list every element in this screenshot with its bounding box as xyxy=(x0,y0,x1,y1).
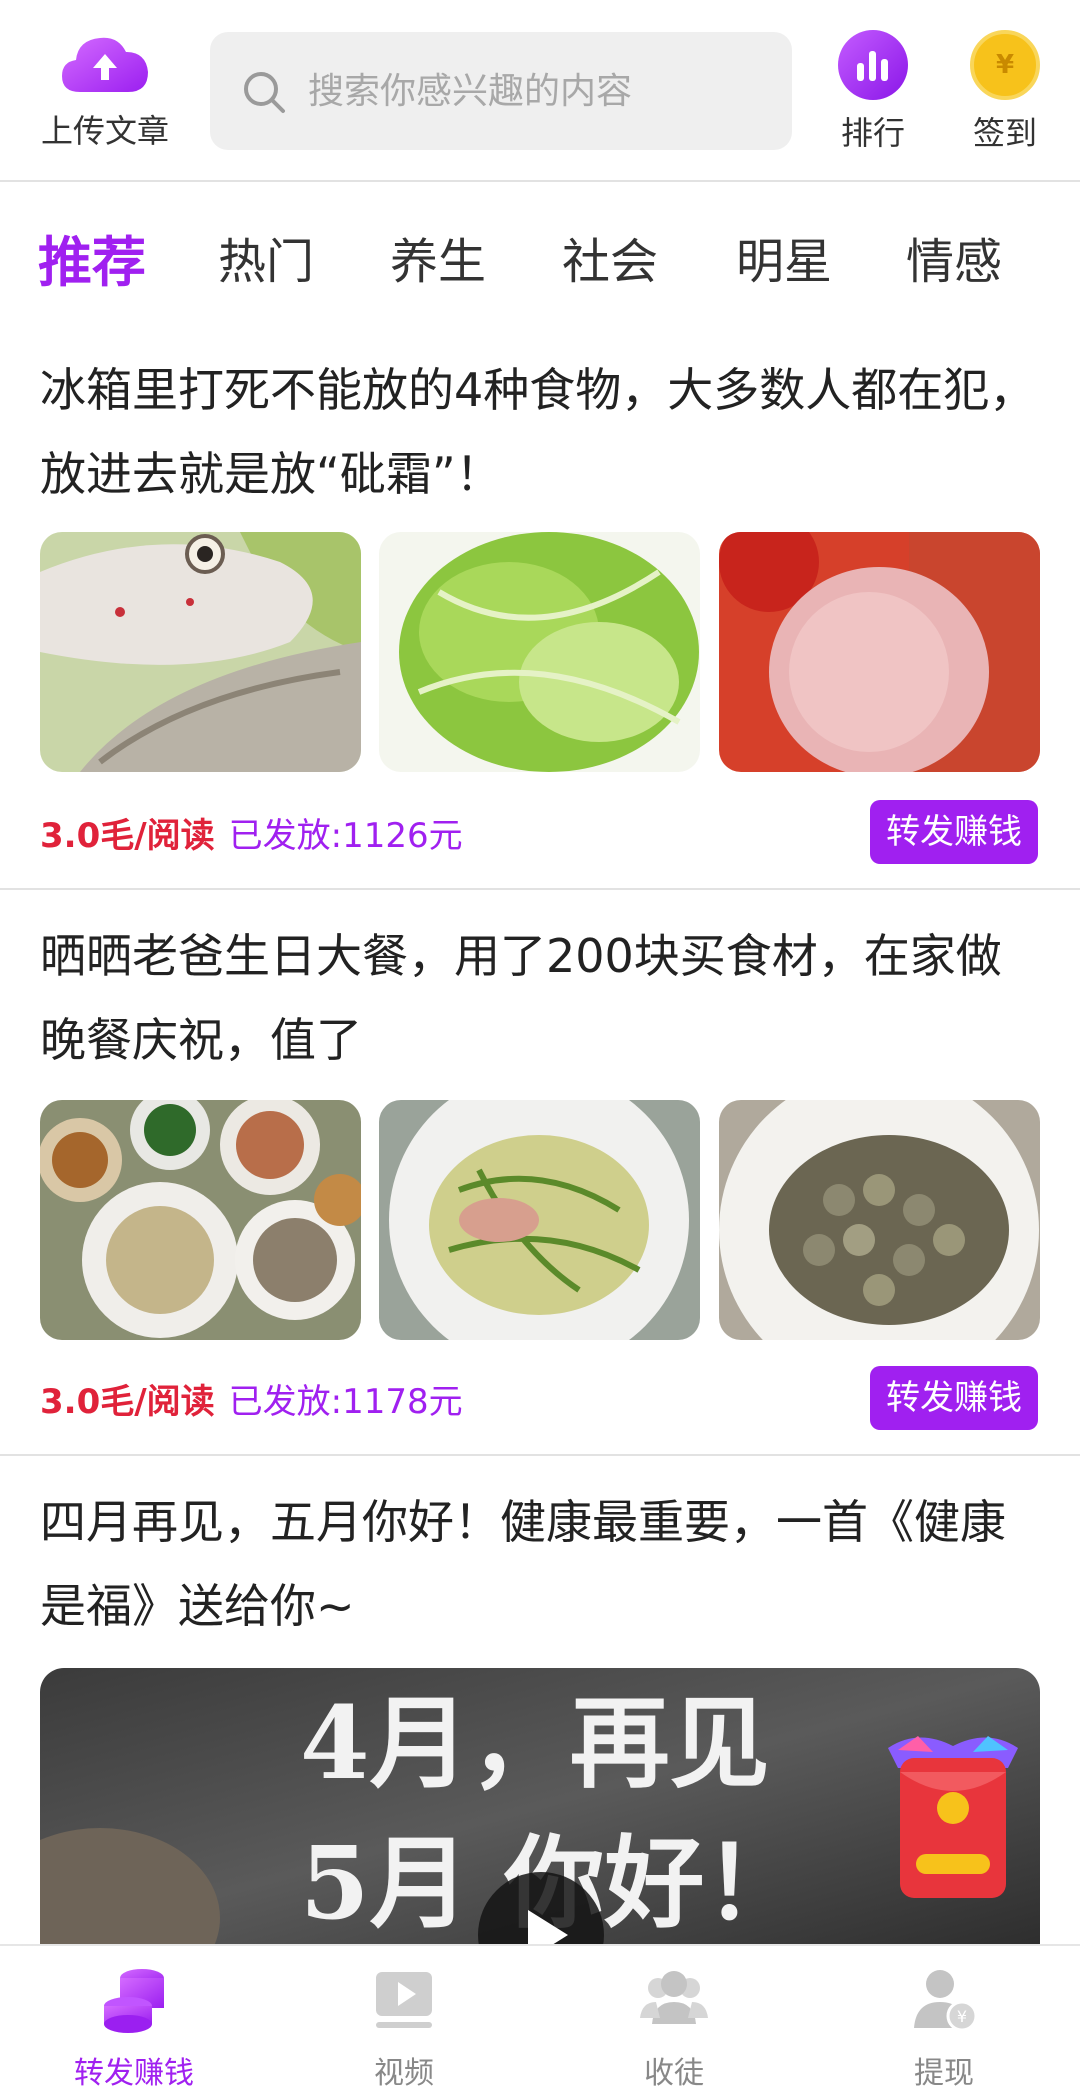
share-earn-button[interactable]: 转发赚钱 xyxy=(870,800,1038,864)
share-earn-button[interactable]: 转发赚钱 xyxy=(870,1366,1038,1430)
tab-society[interactable]: 社会 xyxy=(562,222,658,292)
article-card[interactable]: 冰箱里打死不能放的4种食物，大多数人都在犯，放进去就是放“砒霜”！ 3.0毛/阅… xyxy=(0,324,1080,890)
nav-video[interactable]: 视频 xyxy=(304,1966,504,2092)
article-title[interactable]: 四月再见，五月你好！健康最重要，一首《健康是福》送给你~ xyxy=(40,1480,1040,1648)
people-icon xyxy=(640,1971,708,2024)
nav-apprentice[interactable]: 收徒 xyxy=(574,1966,774,2092)
search-input[interactable] xyxy=(308,60,768,122)
article-stats: 3.0毛/阅读 已发放:1178元 xyxy=(40,1374,463,1423)
read-rate: 3.0毛/阅读 xyxy=(40,1382,215,1422)
withdraw-icon: ¥ xyxy=(914,1970,978,2032)
article-thumbnails xyxy=(40,532,1040,772)
cloud-upload-icon xyxy=(62,37,148,92)
tab-celebrity[interactable]: 明星 xyxy=(736,222,832,292)
article-title[interactable]: 冰箱里打死不能放的4种食物，大多数人都在犯，放进去就是放“砒霜”！ xyxy=(40,348,1040,516)
signin-label: 签到 xyxy=(972,114,1037,152)
dinner-table-image xyxy=(40,1100,361,1340)
tab-emotion[interactable]: 情感 xyxy=(906,222,1002,292)
search-bar[interactable] xyxy=(210,32,792,150)
ranking-label: 排行 xyxy=(840,114,905,152)
tab-hot[interactable]: 热门 xyxy=(218,222,314,292)
top-header: 上传文章 排行 ¥ 签到 xyxy=(0,0,1080,182)
nav-label: 收徒 xyxy=(644,2056,704,2091)
article-card[interactable]: 晒晒老爸生日大餐，用了200块买食材，在家做晚餐庆祝，值了 3.0毛/阅读 已发… xyxy=(0,890,1080,1456)
signin-button[interactable]: ¥ 签到 xyxy=(950,30,1060,154)
read-rate: 3.0毛/阅读 xyxy=(40,816,215,856)
snails-bowl-image xyxy=(719,1100,1040,1340)
category-tabs: 推荐 热门 养生 社会 明星 情感 xyxy=(0,184,1080,324)
article-stats: 3.0毛/阅读 已发放:1126元 xyxy=(40,808,463,857)
article-thumbnails xyxy=(40,1100,1040,1340)
tab-health[interactable]: 养生 xyxy=(390,222,486,292)
yen-coin-icon: ¥ xyxy=(970,30,1040,100)
tab-recommend[interactable]: 推荐 xyxy=(38,218,146,297)
nav-label: 提现 xyxy=(914,2056,974,2091)
stir-fry-dish-image xyxy=(379,1100,700,1340)
nav-withdraw[interactable]: ¥ 提现 xyxy=(844,1966,1044,2092)
bottom-navigation: 转发赚钱 视频 收徒 ¥ 提现 xyxy=(0,1944,1080,2093)
article-title[interactable]: 晒晒老爸生日大餐，用了200块买食材，在家做晚餐庆祝，值了 xyxy=(40,914,1040,1082)
lettuce-image xyxy=(379,532,700,772)
search-icon xyxy=(244,72,285,113)
ham-sausage-image xyxy=(719,532,1040,772)
upload-article-button[interactable]: 上传文章 xyxy=(30,30,180,152)
upload-article-label: 上传文章 xyxy=(40,112,169,150)
nav-share-earn[interactable]: 转发赚钱 xyxy=(34,1966,234,2092)
coins-icon xyxy=(104,1969,164,2033)
svg-text:¥: ¥ xyxy=(957,2007,967,2026)
nav-label: 视频 xyxy=(374,2056,434,2091)
red-envelope-icon xyxy=(888,1736,1018,1898)
paid-amount: 已发放:1126元 xyxy=(228,816,463,856)
fish-image xyxy=(40,532,361,772)
paid-amount: 已发放:1178元 xyxy=(228,1382,463,1422)
red-envelope-float[interactable] xyxy=(878,1728,1028,1908)
video-overlay-line1: 4月，再见 xyxy=(300,1684,770,1802)
video-icon xyxy=(376,1972,432,2028)
ranking-button[interactable]: 排行 xyxy=(818,30,928,154)
nav-label: 转发赚钱 xyxy=(74,2056,194,2091)
bar-chart-icon xyxy=(838,30,908,100)
